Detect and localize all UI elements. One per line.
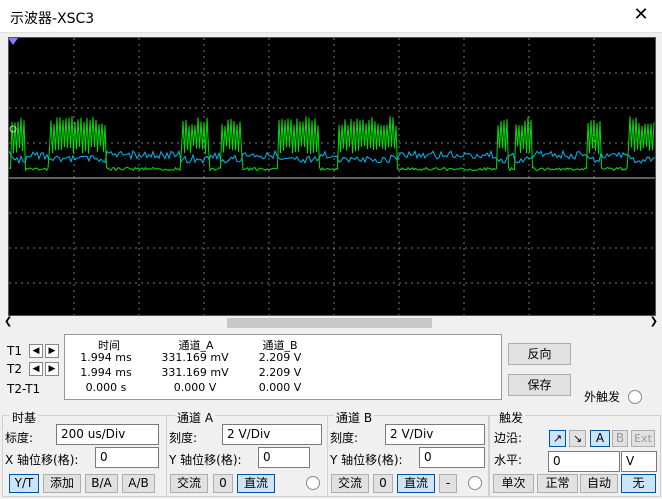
scroll-right-icon[interactable]: ❯ [650,316,658,327]
t1-channel-a: 331.169 mV [161,351,229,364]
mode-yt-button[interactable]: Y/T [9,474,39,493]
t1-time: 1.994 ms [80,351,132,364]
channel-a-ypos-input[interactable]: 0 [258,447,310,468]
reverse-button[interactable]: 反向 [508,343,571,365]
channel-b-ac-button[interactable]: 交流 [331,474,369,493]
trigger-none-button[interactable]: 无 [621,474,656,493]
channel-a-scale-label: 刻度: [169,431,198,445]
channel-a-title: 通道 A [175,409,216,426]
channel-a-radio[interactable] [306,476,320,490]
trigger-level-label: 水平: [494,453,523,467]
delta-channel-a: 0.000 V [173,381,217,394]
trigger-auto-button[interactable]: 自动 [580,474,618,493]
channel-b-scale-input[interactable]: 2 V/Div [385,424,485,445]
channel-b-ypos-input[interactable]: 0 [419,447,485,468]
channel-b-scale-label: 刻度: [330,431,359,445]
ext-trigger-label: 外触发 [584,390,621,404]
delta-time: 0.000 s [85,381,127,394]
channel-a-trace [9,116,655,172]
trigger-title: 触发 [497,409,526,426]
t2-left-arrow-icon[interactable]: ◀ [29,362,43,376]
trigger-normal-button[interactable]: 正常 [537,474,578,493]
channel-a-scale-input[interactable]: 2 V/Div [222,424,322,445]
t1-left-arrow-icon[interactable]: ◀ [29,344,43,358]
t2-label: T2 [7,362,22,376]
t2-channel-a: 331.169 mV [161,366,229,379]
timebase-title: 时基 [10,409,39,426]
mode-ab-button[interactable]: A/B [122,474,155,493]
trigger-single-button[interactable]: 单次 [493,474,534,493]
horizontal-scrollbar[interactable]: ❮ ❯ [2,316,660,330]
timebase-scale-input[interactable]: 200 us/Div [56,424,159,445]
channel-b-zero-button[interactable]: 0 [373,474,393,493]
mode-add-button[interactable]: 添加 [43,474,81,493]
trigger-source-a-button[interactable]: A [590,430,610,447]
trigger-level-input[interactable]: 0 [548,451,620,472]
delta-channel-b: 0.000 V [258,381,302,394]
ext-trigger-radio[interactable] [628,390,642,404]
channel-b-dc-button[interactable]: 直流 [397,474,435,493]
save-button[interactable]: 保存 [508,374,571,396]
readout-table: 时间 通道_A 通道_B 1.994 ms 331.169 mV 2.209 V… [64,334,502,400]
t2-right-arrow-icon[interactable]: ▶ [45,362,59,376]
scroll-thumb[interactable] [227,318,432,328]
falling-edge-icon[interactable]: ↘ [569,430,586,447]
t2-t1-label: T2-T1 [7,382,41,396]
channel-b-radio[interactable] [468,476,482,490]
channel-b-ypos-label: Y 轴位移(格): [330,453,403,467]
t1-right-arrow-icon[interactable]: ▶ [45,344,59,358]
trigger-level-unit[interactable]: V [621,451,657,472]
channel-a-dc-button[interactable]: 直流 [237,474,275,493]
x-position-input[interactable]: 0 [95,447,159,468]
rising-edge-icon[interactable]: ↗ [549,430,566,447]
channel-a-ac-button[interactable]: 交流 [170,474,208,493]
trigger-source-ext-button[interactable]: Ext [631,430,655,447]
t2-channel-b: 2.209 V [258,366,302,379]
t1-channel-b: 2.209 V [258,351,302,364]
channel-b-title: 通道 B [334,409,375,426]
t2-time: 1.994 ms [80,366,132,379]
trigger-source-b-button[interactable]: B [612,430,628,447]
mode-ba-button[interactable]: B/A [85,474,118,493]
window-title: 示波器-XSC3 [10,11,95,27]
t1-label: T1 [7,344,22,358]
channel-a-zero-button[interactable]: 0 [213,474,233,493]
trigger-edge-label: 边沿: [494,431,523,445]
scope-screen [8,37,656,316]
title-bar: 示波器-XSC3 ✕ [0,0,662,33]
close-icon[interactable]: ✕ [630,4,652,26]
timebase-scale-label: 标度: [5,431,34,445]
channel-b-invert-button[interactable]: - [439,474,457,493]
x-position-label: X 轴位移(格): [5,453,79,467]
channel-a-ypos-label: Y 轴位移(格): [169,453,242,467]
scroll-left-icon[interactable]: ❮ [4,316,12,327]
